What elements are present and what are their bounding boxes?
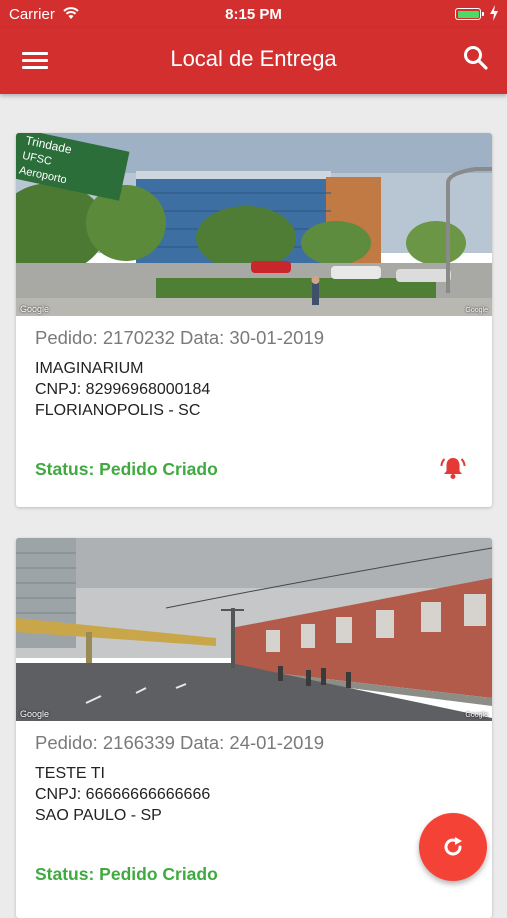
customer-cnpj: CNPJ: 66666666666666 (35, 786, 211, 803)
status-bar: Carrier 8:15 PM (0, 0, 507, 28)
street-view-photo: Trindade UFSC Aeroporto Google Google (16, 133, 492, 316)
photo-credit: Google (465, 712, 488, 719)
search-icon[interactable] (463, 45, 489, 71)
page-title: Local de Entrega (170, 46, 337, 71)
order-status: Status: Pedido Criado (35, 864, 218, 884)
order-card[interactable]: Trindade UFSC Aeroporto Google Google Pe… (16, 133, 492, 507)
charging-icon (490, 5, 498, 21)
order-status: Status: Pedido Criado (35, 459, 218, 479)
app-bar: Local de Entrega (0, 28, 507, 94)
refresh-button[interactable] (419, 813, 487, 881)
photo-credit: Google (465, 307, 488, 314)
bell-alert-icon[interactable] (440, 455, 466, 481)
battery-icon (455, 8, 484, 20)
order-number-date: Pedido: 2170232 Data: 30-01-2019 (35, 327, 325, 348)
google-watermark: Google (20, 304, 50, 314)
refresh-icon (444, 837, 462, 856)
customer-name: TESTE TI (35, 765, 105, 782)
customer-name: IMAGINARIUM (35, 360, 144, 377)
customer-city: SAO PAULO - SP (35, 807, 162, 824)
customer-city: FLORIANOPOLIS - SC (35, 402, 201, 419)
clock: 8:15 PM (225, 6, 282, 23)
order-card[interactable]: Google Google Pedido: 2166339 Data: 24-0… (16, 538, 492, 918)
street-view-photo: Google Google (16, 538, 492, 721)
order-number-date: Pedido: 2166339 Data: 24-01-2019 (35, 732, 325, 753)
customer-cnpj: CNPJ: 82996968000184 (35, 381, 211, 398)
google-watermark: Google (20, 709, 50, 719)
